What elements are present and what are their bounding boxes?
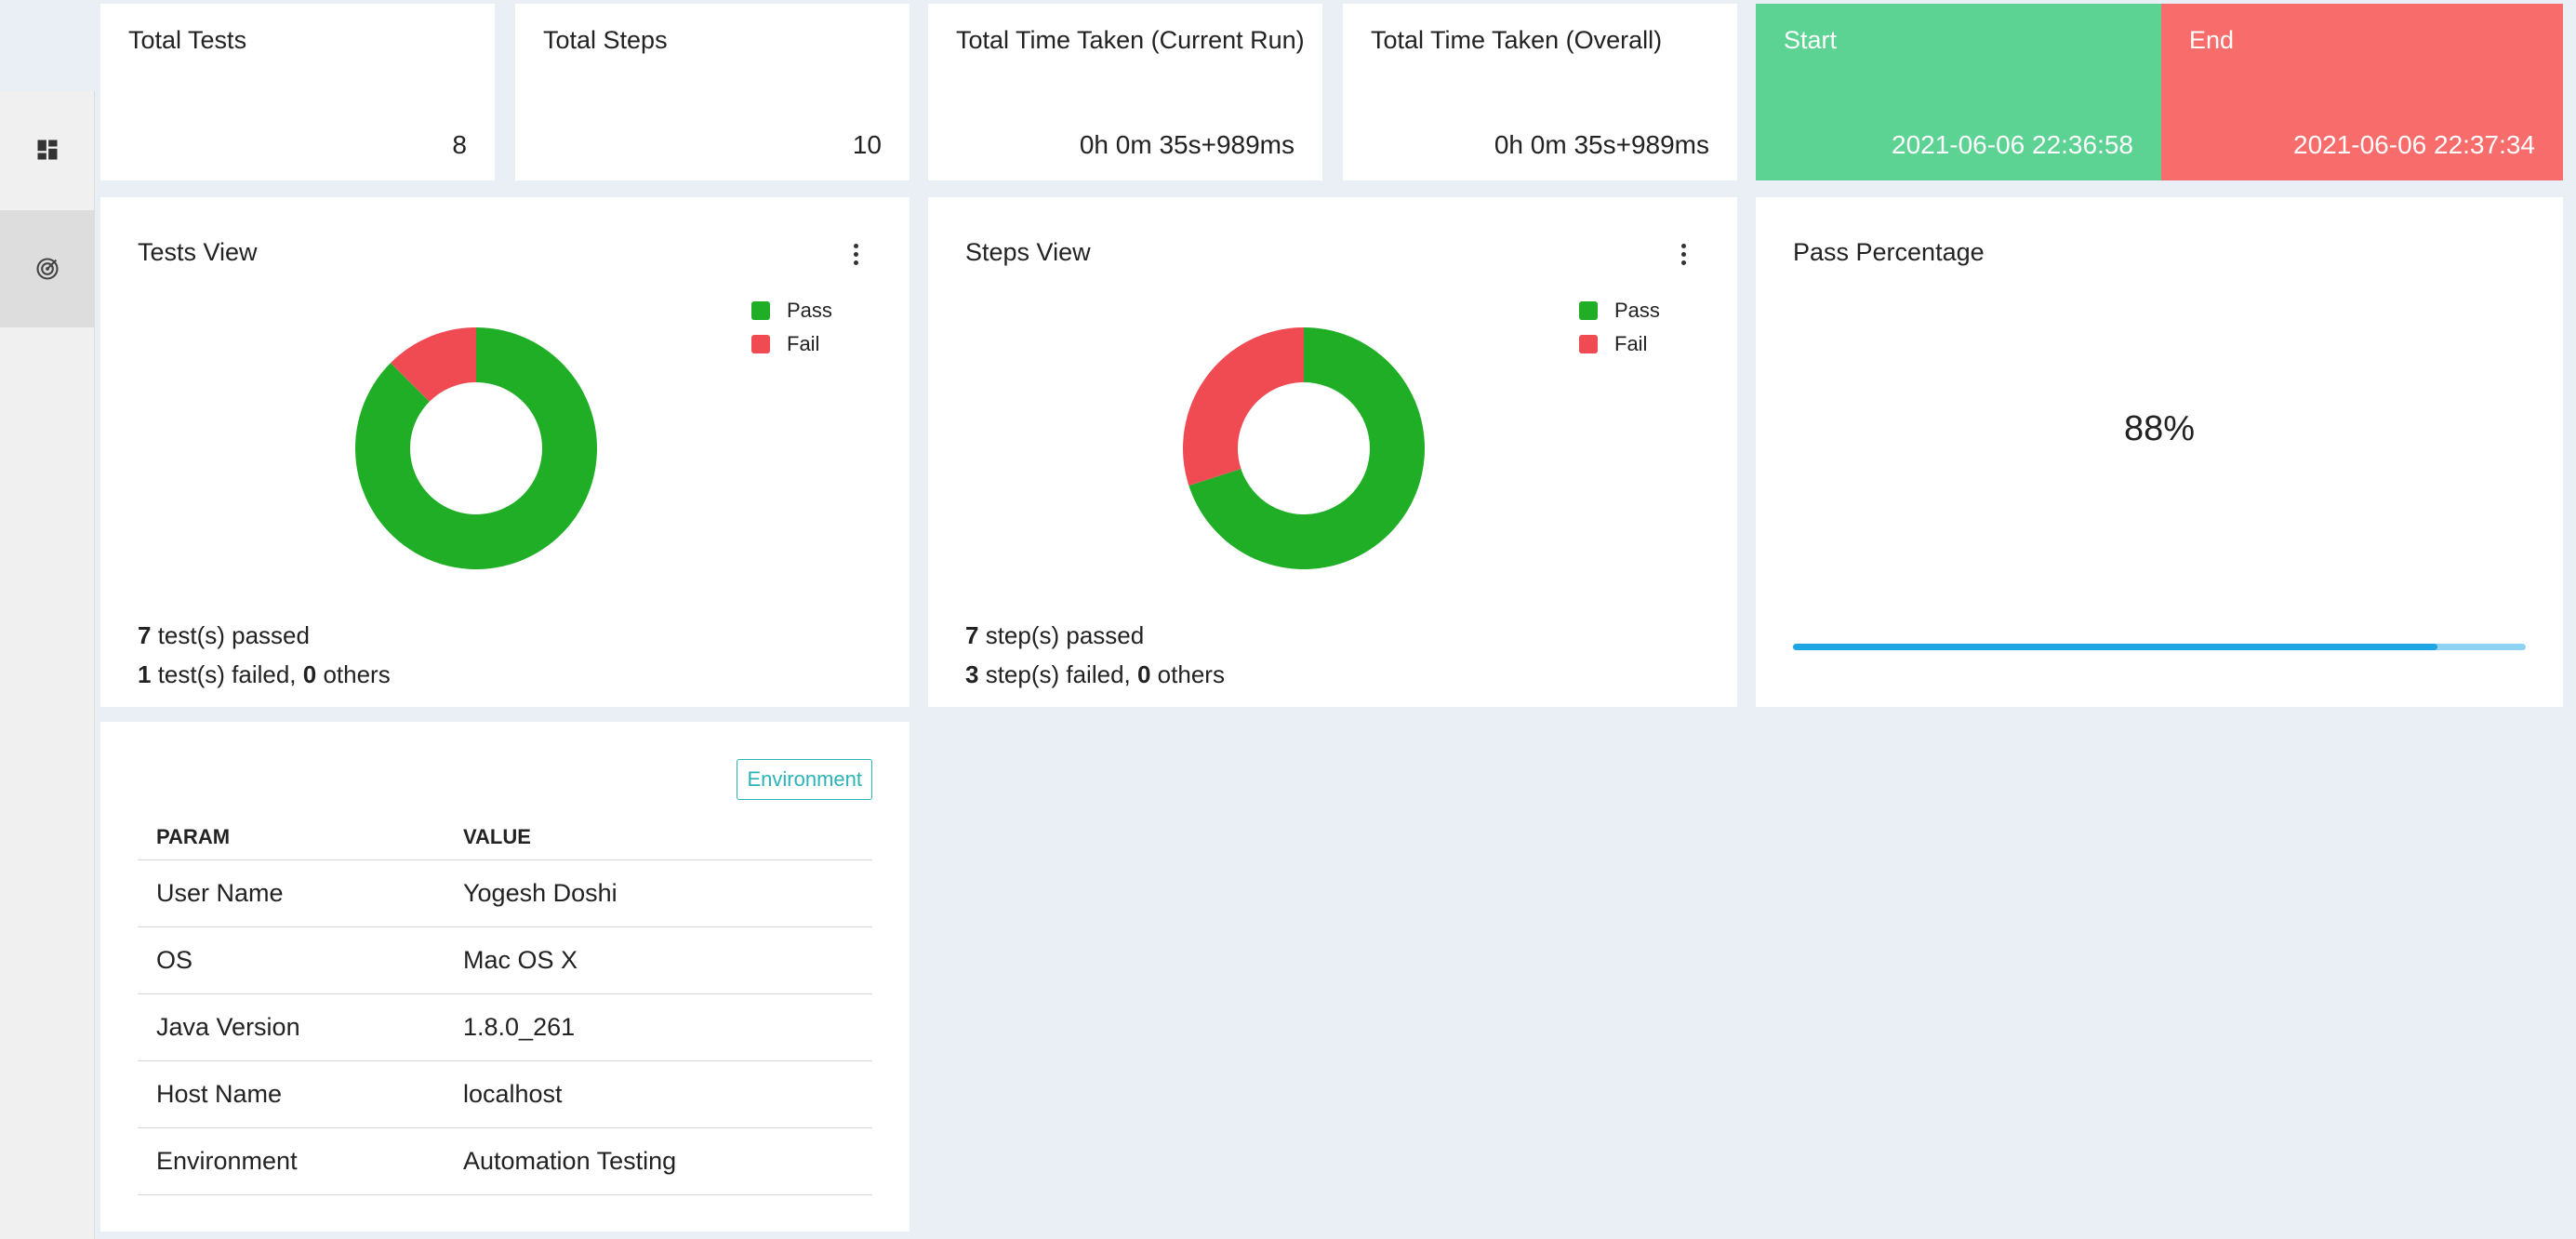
tests-view-menu-icon[interactable] xyxy=(850,244,861,268)
table-row: Environment Automation Testing xyxy=(138,1127,872,1195)
pass-percentage-card: Pass Percentage 88% xyxy=(1756,197,2563,707)
total-tests-card: Total Tests 8 xyxy=(100,4,495,180)
steps-others-text: others xyxy=(1150,660,1225,688)
end-card: End 2021-06-06 22:37:34 xyxy=(2161,4,2563,180)
tests-donut-chart xyxy=(355,327,597,569)
param-cell: Host Name xyxy=(138,1060,445,1128)
tests-passed-summary: 7 test(s) passed xyxy=(138,621,310,650)
sidebar-item-tests[interactable] xyxy=(0,210,95,327)
total-steps-value: 10 xyxy=(852,130,882,159)
legend-label-fail: Fail xyxy=(787,332,820,355)
table-row: User Name Yogesh Doshi xyxy=(138,859,872,927)
legend-label-pass: Pass xyxy=(787,299,832,322)
pass-percentage-value: 88% xyxy=(2123,409,2196,448)
table-header-row: PARAM VALUE xyxy=(138,815,872,860)
environment-table: PARAM VALUE User Name Yogesh Doshi OS Ma… xyxy=(138,815,872,1195)
value-cell: Yogesh Doshi xyxy=(445,859,872,927)
donut-slice-fail[interactable] xyxy=(1183,327,1304,486)
sidebar xyxy=(0,0,95,1239)
total-steps-title: Total Steps xyxy=(543,26,668,54)
steps-view-menu-icon[interactable] xyxy=(1678,244,1689,268)
dashboard-icon xyxy=(37,140,58,160)
value-cell: Mac OS X xyxy=(445,926,872,994)
start-value: 2021-06-06 22:36:58 xyxy=(1892,130,2133,159)
table-row: Host Name localhost xyxy=(138,1060,872,1128)
total-tests-title: Total Tests xyxy=(128,26,247,54)
time-overall-title: Total Time Taken (Overall) xyxy=(1371,26,1663,54)
legend-swatch-fail xyxy=(751,335,770,353)
start-title: Start xyxy=(1784,26,1838,54)
steps-donut-chart xyxy=(1183,327,1425,569)
end-value: 2021-06-06 22:37:34 xyxy=(2293,130,2535,159)
tests-view-card: Tests View Pass Fail 7 test(s) passed 1 … xyxy=(100,197,910,707)
param-cell: Environment xyxy=(138,1127,445,1195)
value-header: VALUE xyxy=(445,815,872,860)
value-cell: localhost xyxy=(445,1060,872,1128)
steps-legend: Pass Fail xyxy=(1579,294,1660,361)
sidebar-item-dashboard[interactable] xyxy=(0,91,95,208)
steps-failed-count: 3 xyxy=(965,660,979,688)
param-cell: User Name xyxy=(138,859,445,927)
steps-passed-count: 7 xyxy=(965,621,979,649)
value-cell: Automation Testing xyxy=(445,1127,872,1195)
time-current-run-card: Total Time Taken (Current Run) 0h 0m 35s… xyxy=(928,4,1322,180)
steps-failed-text: step(s) failed, xyxy=(978,660,1137,688)
steps-passed-text: step(s) passed xyxy=(978,621,1145,649)
legend-swatch-pass xyxy=(751,301,770,320)
steps-view-card: Steps View Pass Fail 7 step(s) passed 3 … xyxy=(928,197,1737,707)
tests-failed-summary: 1 test(s) failed, 0 others xyxy=(138,660,391,689)
param-cell: OS xyxy=(138,926,445,994)
steps-view-title: Steps View xyxy=(965,238,1091,266)
param-header: PARAM xyxy=(138,815,445,860)
tests-failed-text: test(s) failed, xyxy=(151,660,303,688)
steps-failed-summary: 3 step(s) failed, 0 others xyxy=(965,660,1225,689)
value-cell: 1.8.0_261 xyxy=(445,993,872,1061)
tests-view-title: Tests View xyxy=(138,238,258,266)
tests-others-count: 0 xyxy=(302,660,317,688)
environment-badge[interactable]: Environment xyxy=(737,759,872,800)
total-steps-card: Total Steps 10 xyxy=(515,4,910,180)
legend-label-pass: Pass xyxy=(1614,299,1660,322)
legend-swatch-fail xyxy=(1579,335,1598,353)
target-icon xyxy=(36,258,59,280)
app-root: Total Tests 8 Total Steps 10 Total Time … xyxy=(0,0,2576,1239)
pass-progress-track xyxy=(1793,644,2526,650)
steps-passed-summary: 7 step(s) passed xyxy=(965,621,1144,650)
pass-progress-fill xyxy=(1793,644,2438,650)
total-tests-value: 8 xyxy=(452,130,467,159)
sidebar-top-strip xyxy=(0,0,95,91)
legend-swatch-pass xyxy=(1579,301,1598,320)
tests-passed-count: 7 xyxy=(138,621,152,649)
pass-percentage-title: Pass Percentage xyxy=(1793,238,1985,266)
time-current-run-title: Total Time Taken (Current Run) xyxy=(956,26,1305,54)
end-title: End xyxy=(2189,26,2235,54)
table-row: Java Version 1.8.0_261 xyxy=(138,993,872,1061)
time-overall-value: 0h 0m 35s+989ms xyxy=(1494,130,1709,159)
time-overall-card: Total Time Taken (Overall) 0h 0m 35s+989… xyxy=(1343,4,1737,180)
tests-passed-text: test(s) passed xyxy=(151,621,310,649)
steps-others-count: 0 xyxy=(1136,660,1151,688)
legend-label-fail: Fail xyxy=(1614,332,1648,355)
tests-failed-count: 1 xyxy=(138,660,152,688)
tests-legend-fail[interactable]: Fail xyxy=(751,327,832,361)
tests-others-text: others xyxy=(316,660,391,688)
start-card: Start 2021-06-06 22:36:58 xyxy=(1756,4,2161,180)
time-current-run-value: 0h 0m 35s+989ms xyxy=(1079,130,1295,159)
steps-legend-fail[interactable]: Fail xyxy=(1579,327,1660,361)
param-cell: Java Version xyxy=(138,993,445,1061)
table-row: OS Mac OS X xyxy=(138,926,872,994)
tests-legend: Pass Fail xyxy=(751,294,832,361)
environment-card: Environment PARAM VALUE User Name Yogesh… xyxy=(100,722,910,1232)
tests-legend-pass[interactable]: Pass xyxy=(751,294,832,327)
steps-legend-pass[interactable]: Pass xyxy=(1579,294,1660,327)
